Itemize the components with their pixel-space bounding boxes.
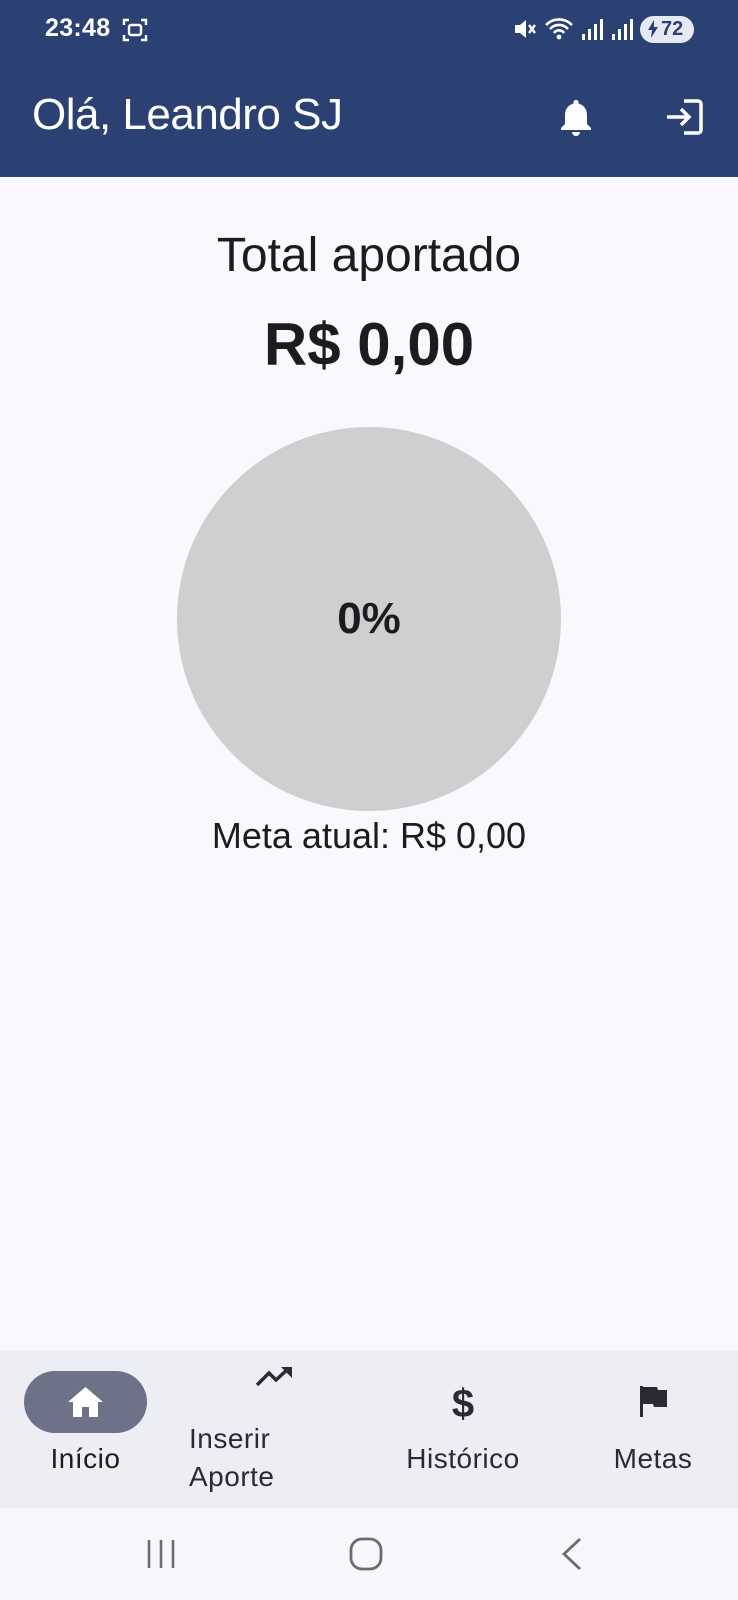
nav-label: Início bbox=[50, 1443, 121, 1474]
battery-indicator: 72 bbox=[640, 15, 694, 43]
nav-item-metas[interactable]: Metas bbox=[568, 1350, 738, 1508]
dollar-icon: $ bbox=[451, 1382, 475, 1426]
home-icon bbox=[68, 1387, 103, 1417]
progress-percent: 0% bbox=[337, 594, 401, 643]
screenshot-icon bbox=[122, 18, 148, 42]
flag-icon bbox=[640, 1386, 667, 1417]
signal-icon bbox=[582, 19, 603, 40]
wifi-icon bbox=[545, 18, 573, 40]
battery-charging-icon bbox=[648, 20, 658, 38]
status-bar: 23:48 72 bbox=[0, 0, 738, 62]
home-button-icon[interactable] bbox=[348, 1536, 384, 1572]
back-icon[interactable] bbox=[560, 1536, 584, 1572]
nav-item-inserir-aporte[interactable]: Inserir Aporte bbox=[171, 1350, 342, 1508]
nav-label: Inserir Aporte bbox=[189, 1423, 275, 1492]
app-bar: 23:48 72 Olá, Leandro SJ bbox=[0, 0, 738, 177]
battery-level: 72 bbox=[661, 17, 684, 40]
trending-up-icon bbox=[255, 1366, 292, 1387]
signal-icon bbox=[612, 19, 633, 40]
status-icons: 72 bbox=[512, 14, 694, 44]
recent-apps-icon[interactable] bbox=[145, 1538, 177, 1570]
nav-label: Histórico bbox=[406, 1443, 520, 1474]
status-time: 23:48 bbox=[45, 14, 111, 42]
total-label: Total aportado bbox=[216, 229, 522, 282]
greeting-title: Olá, Leandro SJ bbox=[32, 90, 343, 139]
system-navigation-bar bbox=[0, 1508, 738, 1600]
mute-icon bbox=[515, 20, 536, 38]
logout-icon[interactable] bbox=[664, 98, 704, 136]
nav-item-inicio[interactable]: Início bbox=[0, 1350, 171, 1508]
progress-circle: 0% bbox=[177, 427, 561, 811]
current-goal-label: Meta atual: R$ 0,00 bbox=[211, 815, 527, 856]
bell-icon[interactable] bbox=[557, 97, 595, 137]
nav-item-historico[interactable]: $ Histórico bbox=[378, 1350, 548, 1508]
total-value: R$ 0,00 bbox=[263, 311, 475, 378]
nav-label: Metas bbox=[613, 1443, 693, 1474]
bottom-navigation: Início Inserir Aporte $ Histórico Metas bbox=[0, 1350, 738, 1508]
